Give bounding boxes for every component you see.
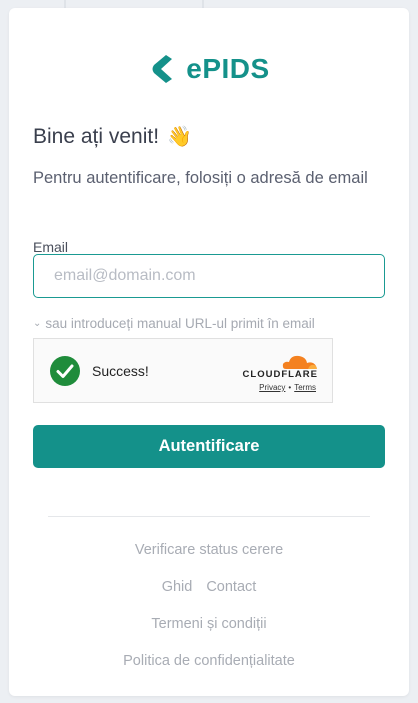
cloudflare-cloud-icon <box>282 355 317 369</box>
check-circle-icon <box>50 356 80 386</box>
footer-links-row: Ghid Contact <box>9 579 409 595</box>
manual-url-toggle[interactable]: ⌄ sau introduceți manual URL-ul primit î… <box>33 316 315 331</box>
request-status-link[interactable]: Verificare status cerere <box>9 542 409 558</box>
chevron-down-icon: ⌄ <box>33 318 42 329</box>
captcha-widget[interactable]: Success! CLOUDFLARE Privacy • Terms <box>33 338 333 403</box>
cloudflare-privacy-link[interactable]: Privacy <box>259 383 285 392</box>
terms-link[interactable]: Termeni și condiții <box>9 616 409 632</box>
link-separator: • <box>288 383 292 392</box>
email-input[interactable] <box>33 254 385 298</box>
login-instructions: Pentru autentificare, folosiți o adresă … <box>33 169 368 187</box>
privacy-policy-link[interactable]: Politica de confidențialitate <box>9 653 409 669</box>
email-label: Email <box>33 239 69 255</box>
waving-hand-icon: 👋 <box>167 126 192 148</box>
welcome-heading: Bine ați venit! 👋 <box>33 124 192 149</box>
brand-logo[interactable]: ePIDS <box>9 53 409 85</box>
cloudflare-brand: CLOUDFLARE <box>242 369 318 380</box>
cloudflare-links: Privacy • Terms <box>259 383 316 392</box>
welcome-title: Bine ați venit! <box>33 124 160 148</box>
guide-link[interactable]: Ghid <box>162 579 193 595</box>
chevron-left-logo-icon <box>152 55 173 83</box>
cloudflare-terms-link[interactable]: Terms <box>294 383 316 392</box>
login-button[interactable]: Autentificare <box>33 425 385 468</box>
login-card: ePIDS Bine ați venit! 👋 Pentru autentifi… <box>9 8 409 696</box>
captcha-status: Success! <box>92 363 149 379</box>
manual-url-toggle-label: sau introduceți manual URL-ul primit în … <box>45 316 315 331</box>
brand-name: ePIDS <box>186 53 270 84</box>
footer-divider <box>48 516 370 517</box>
contact-link[interactable]: Contact <box>206 579 256 595</box>
